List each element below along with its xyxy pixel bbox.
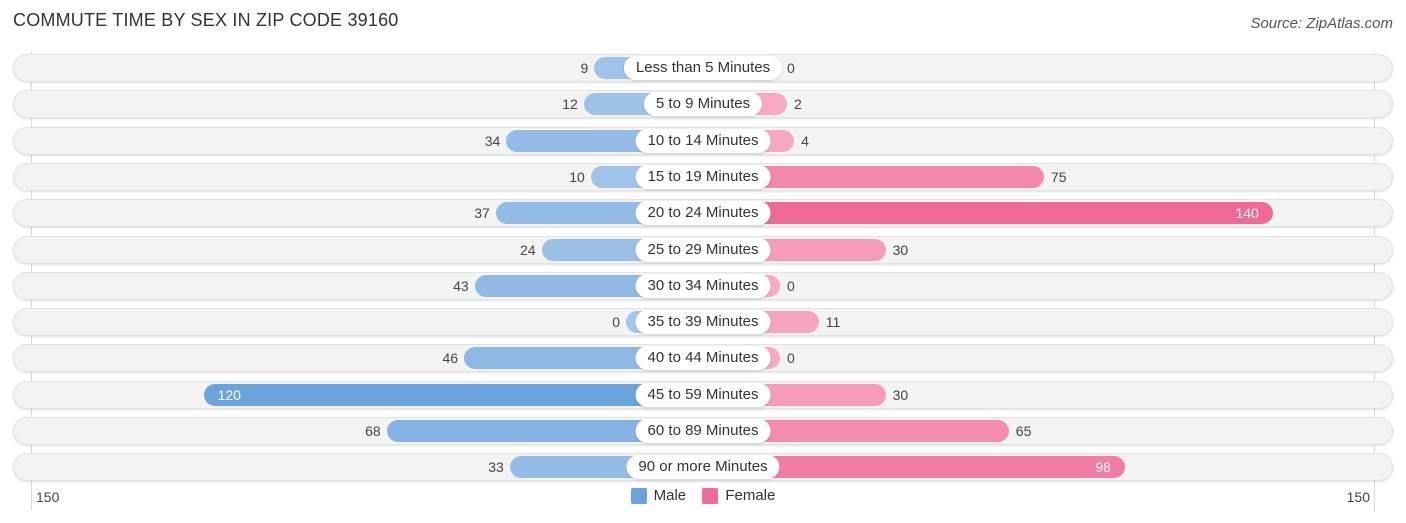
category-label: 45 to 59 Minutes — [635, 382, 771, 407]
category-label: Less than 5 Minutes — [623, 56, 783, 80]
value-label-male: 0 — [612, 314, 620, 331]
value-label-male: 34 — [484, 132, 501, 149]
category-label: 30 to 34 Minutes — [635, 273, 771, 298]
legend-swatch-female — [702, 487, 719, 504]
value-label-female: 75 — [1051, 168, 1067, 185]
value-label-male: 12 — [562, 96, 578, 113]
category-label: 5 to 9 Minutes — [643, 92, 763, 117]
legend: Male Female — [0, 487, 1406, 508]
chart-title: COMMUTE TIME BY SEX IN ZIP CODE 39160 — [13, 10, 399, 30]
value-label-male: 9 — [580, 60, 589, 76]
value-label-female: 0 — [787, 60, 795, 76]
category-label: 90 or more Minutes — [626, 455, 780, 480]
category-label: 10 to 14 Minutes — [635, 128, 771, 153]
value-label-male: 33 — [488, 459, 504, 476]
value-label-female: 65 — [1015, 423, 1032, 439]
value-label-male: 37 — [474, 205, 490, 222]
value-label-male: 24 — [519, 241, 536, 258]
value-label-female: 30 — [892, 241, 909, 258]
category-label: 25 to 29 Minutes — [635, 237, 771, 262]
category-label: 40 to 44 Minutes — [635, 346, 771, 371]
value-label-female: 4 — [801, 132, 809, 149]
category-label: 20 to 24 Minutes — [635, 201, 771, 226]
legend-item-male[interactable]: Male — [630, 487, 687, 504]
bar-male[interactable] — [203, 383, 703, 406]
legend-swatch-male — [630, 487, 647, 504]
value-label-female: 0 — [787, 277, 795, 294]
value-label-female: 0 — [787, 350, 795, 367]
legend-item-female[interactable]: Female — [702, 487, 775, 504]
legend-label-female: Female — [725, 487, 776, 504]
source-label: Source: ZipAtlas.com — [1250, 15, 1393, 32]
value-label-female: 140 — [1235, 205, 1259, 222]
value-label-male: 68 — [365, 423, 381, 439]
value-label-female: 2 — [794, 96, 802, 113]
category-label: 60 to 89 Minutes — [635, 419, 771, 443]
value-label-male: 43 — [453, 277, 469, 294]
category-label: 35 to 39 Minutes — [635, 310, 771, 335]
category-label: 15 to 19 Minutes — [635, 164, 771, 189]
bar-female[interactable] — [703, 202, 1273, 225]
value-label-female: 11 — [825, 314, 841, 331]
value-label-male: 10 — [569, 168, 585, 185]
legend-label-male: Male — [653, 487, 687, 504]
value-label-female: 98 — [1095, 459, 1111, 476]
value-label-female: 30 — [892, 386, 909, 403]
value-label-male: 46 — [442, 350, 459, 367]
value-label-male: 120 — [217, 386, 241, 403]
